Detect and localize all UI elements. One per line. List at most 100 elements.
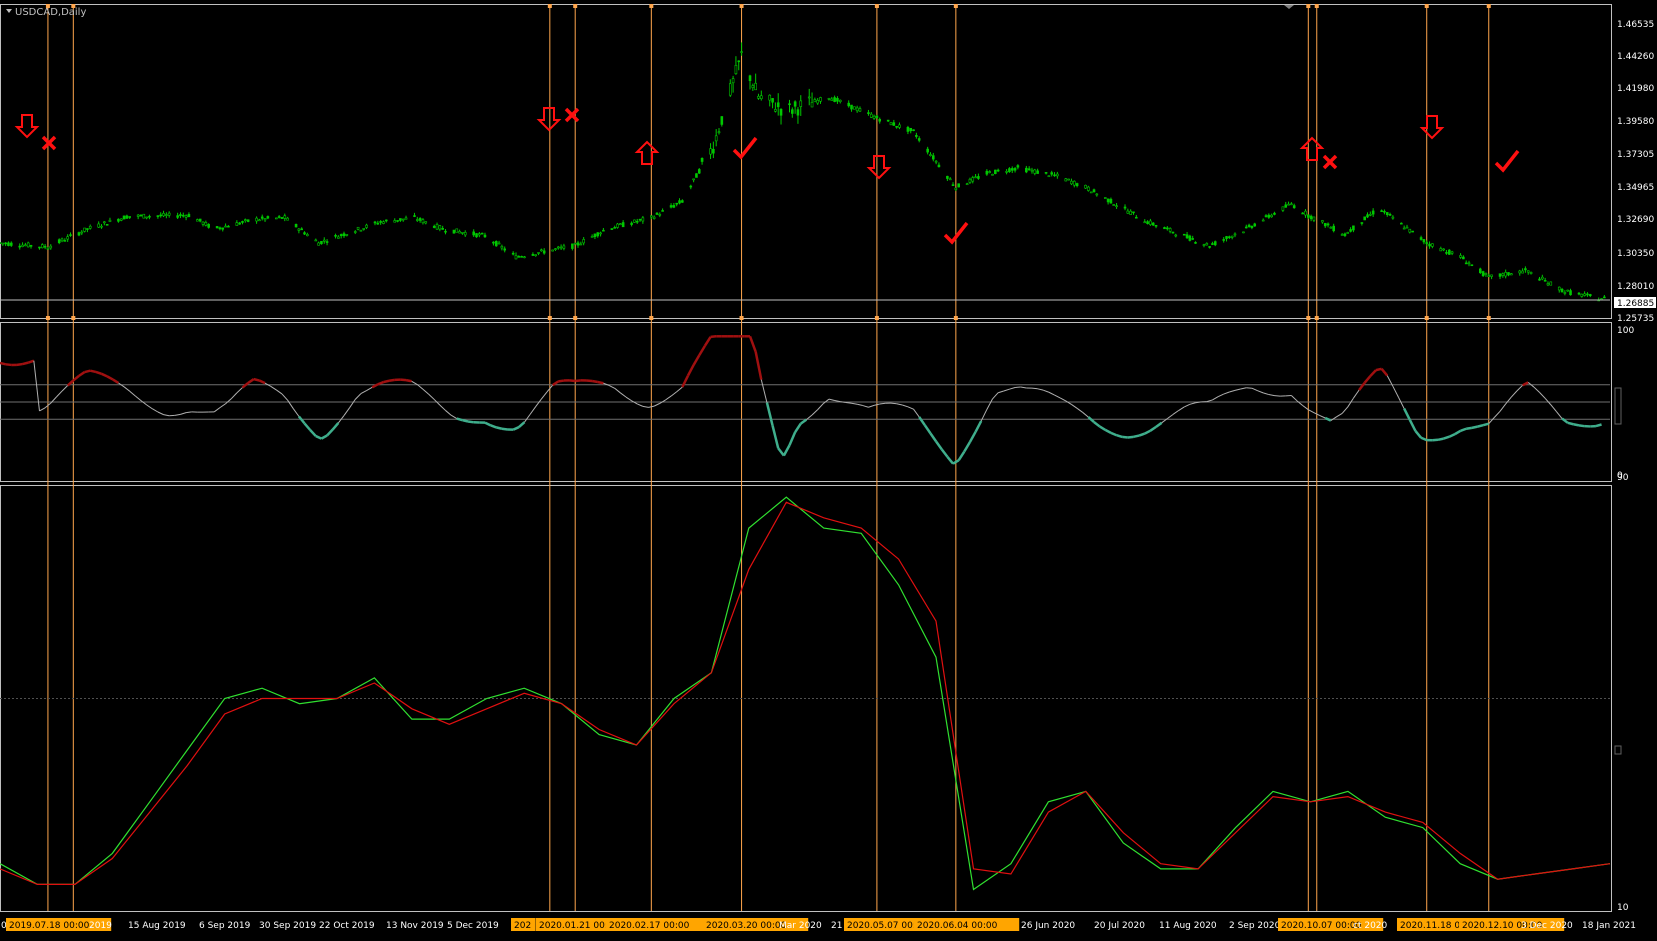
candle-body	[1431, 244, 1433, 247]
candle-body	[320, 241, 322, 244]
candle-body	[1527, 271, 1529, 272]
candle-body	[168, 213, 170, 215]
time-label: 15 Aug 2019	[128, 921, 186, 931]
time-label-group: 22 Oct 2019	[319, 921, 375, 931]
candle-body	[1429, 244, 1431, 246]
candle-body	[817, 100, 819, 103]
candle-body	[710, 149, 712, 154]
price-tick: 1.44260	[1617, 52, 1654, 62]
candle-body	[800, 101, 802, 107]
candle-body	[518, 256, 520, 257]
candle-body	[1245, 227, 1247, 228]
candle-body	[425, 222, 427, 223]
candle-body	[693, 179, 695, 180]
candle-body	[47, 248, 49, 249]
candle-body	[851, 105, 853, 109]
candle-body	[1367, 215, 1369, 217]
symbol-title[interactable]: USDCAD,Daily	[6, 7, 86, 18]
candle-body	[498, 243, 500, 244]
osc-segment	[23, 363, 29, 364]
candle-body	[1073, 181, 1075, 185]
chart-canvas[interactable]: USDCAD,Daily 1.46535 1.44260 1.41980 1.3…	[0, 0, 1657, 937]
candle-body	[1127, 211, 1129, 213]
candle-body	[1403, 228, 1405, 229]
candle-body	[1014, 168, 1016, 170]
candle-body	[1341, 234, 1343, 235]
candle-body	[1519, 271, 1521, 273]
candle-body	[1313, 217, 1315, 220]
candle-body	[239, 223, 241, 224]
candle-body	[101, 226, 103, 227]
time-label: 2020.06.04 00:00	[917, 921, 998, 931]
osc-segment	[90, 371, 96, 372]
candle-body	[394, 220, 396, 222]
symbol-label: USDCAD,Daily	[15, 7, 86, 18]
candle-body	[1586, 294, 1588, 295]
candle-body	[461, 232, 463, 233]
price-tick: 1.25735	[1617, 314, 1654, 324]
candle-body	[306, 234, 308, 235]
candle-body	[1510, 274, 1512, 275]
candle-body	[1008, 169, 1010, 172]
candle-body	[143, 214, 145, 218]
candle-body	[1550, 282, 1552, 285]
candle-body	[1206, 243, 1208, 245]
candle-body	[721, 117, 723, 125]
candle-body	[1564, 292, 1566, 293]
time-label: 202	[514, 921, 531, 931]
time-label: 2020.02.17 00:00	[609, 921, 690, 931]
price-tick: 1.30350	[1617, 249, 1654, 259]
trading-chart-window[interactable]: USDCAD,Daily 1.46535 1.44260 1.41980 1.3…	[0, 0, 1657, 937]
candle-body	[1056, 174, 1058, 176]
price-tick: 1.32690	[1617, 215, 1654, 225]
candle-body	[639, 219, 641, 220]
candle-body	[1265, 216, 1267, 217]
vline-handle-bottom	[71, 316, 75, 320]
time-label-group: 13 Nov 2019	[386, 921, 444, 931]
candle-body	[597, 233, 599, 236]
candle-body	[1409, 229, 1411, 232]
candle-body	[554, 249, 556, 250]
candle-body	[433, 226, 435, 227]
candle-body	[1420, 238, 1422, 240]
candle-body	[1242, 232, 1244, 233]
candle-body	[1051, 173, 1053, 175]
candle-body	[1333, 226, 1335, 231]
candle-body	[188, 214, 190, 216]
vline-handle-top	[740, 4, 744, 8]
vline-handle-top	[649, 4, 653, 8]
vline-handle-top	[875, 4, 879, 8]
candle-body	[1234, 234, 1236, 235]
candle-body	[653, 217, 655, 219]
candle-body	[543, 251, 545, 253]
candle-body	[577, 243, 579, 245]
candle-body	[1290, 204, 1292, 205]
candle-body	[366, 225, 368, 227]
candle-body	[994, 170, 996, 174]
osc-segment	[711, 336, 717, 337]
candle-body	[718, 132, 720, 133]
candle-body	[1344, 234, 1346, 236]
candle-body	[1169, 228, 1171, 231]
candle-body	[182, 215, 184, 216]
candle-body	[1130, 211, 1132, 214]
candle-body	[284, 216, 286, 219]
candle-body	[913, 130, 915, 131]
candle-body	[1175, 235, 1177, 236]
candle-body	[481, 233, 483, 234]
candle-body	[580, 244, 582, 245]
candle-body	[1381, 211, 1383, 212]
osc-segment	[1122, 437, 1128, 438]
candle-body	[715, 136, 717, 141]
osc-segment	[1133, 436, 1139, 437]
candle-body	[346, 234, 348, 235]
candle-body	[828, 98, 830, 99]
candle-body	[374, 222, 376, 223]
candle-body	[955, 188, 957, 190]
vline-handle-top	[1487, 4, 1491, 8]
candle-body	[729, 84, 731, 95]
osc-segment	[1568, 423, 1574, 424]
candle-body	[848, 103, 850, 106]
candle-body	[1251, 226, 1253, 227]
candle-body	[64, 240, 66, 241]
